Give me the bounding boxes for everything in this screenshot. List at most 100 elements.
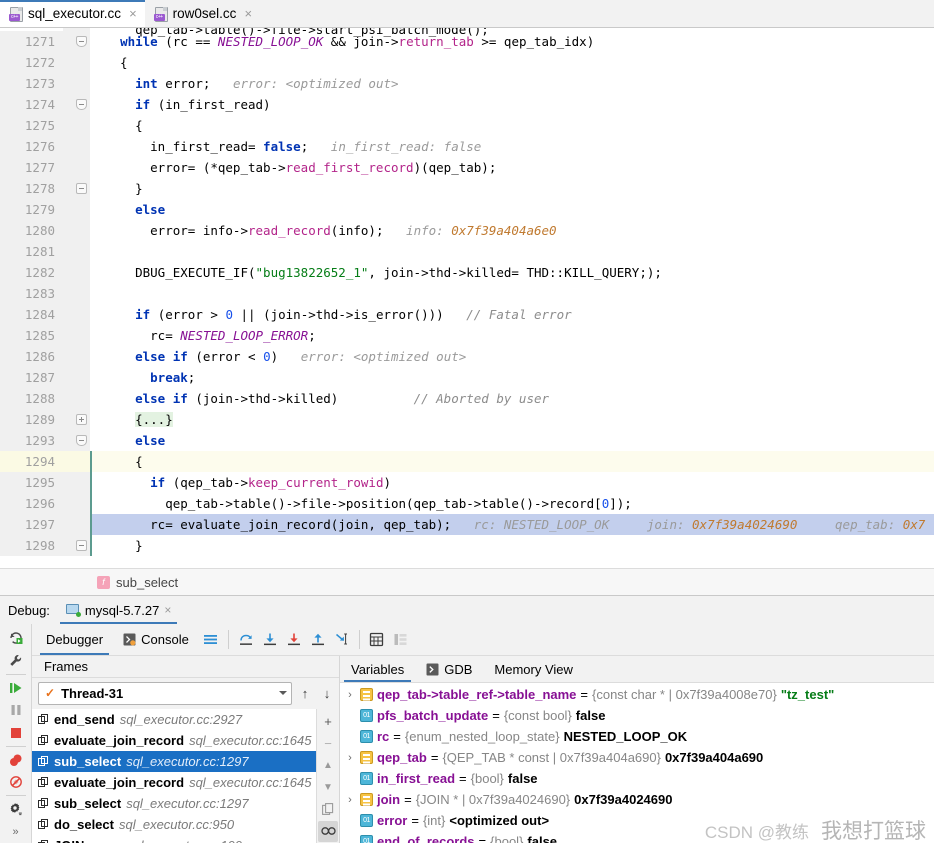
show-execution-point-icon[interactable] bbox=[389, 628, 413, 652]
frame-down-button[interactable]: ↓ bbox=[318, 683, 336, 703]
fold-collapse-icon[interactable] bbox=[76, 435, 87, 446]
code-line[interactable]: 1273 int error; error: <optimized out> bbox=[0, 73, 934, 94]
tab-debugger[interactable]: Debugger bbox=[36, 624, 113, 655]
tab-memory-view-label: Memory View bbox=[494, 662, 573, 677]
frames-side-toolbar: + − ▲ ▼ bbox=[316, 709, 339, 843]
code-line[interactable]: 1282 DBUG_EXECUTE_IF("bug13822652_1", jo… bbox=[0, 262, 934, 283]
force-step-into-icon[interactable] bbox=[282, 628, 306, 652]
view-breakpoints-icon[interactable] bbox=[3, 749, 29, 771]
tab-gdb[interactable]: GDB bbox=[415, 656, 483, 682]
remove-watch-icon[interactable]: − bbox=[318, 733, 338, 754]
thread-select[interactable]: ✓ Thread-31 bbox=[38, 682, 292, 705]
fold-collapse-icon[interactable] bbox=[76, 36, 87, 47]
copy-stack-icon[interactable] bbox=[318, 799, 338, 820]
tab-console[interactable]: Console bbox=[113, 624, 199, 655]
mute-breakpoints-icon[interactable] bbox=[3, 771, 29, 793]
variable-row[interactable]: 01pfs_batch_update={const bool}false bbox=[340, 705, 934, 726]
code-line[interactable]: 1275 { bbox=[0, 115, 934, 136]
variable-row[interactable]: 01rc={enum_nested_loop_state}NESTED_LOOP… bbox=[340, 726, 934, 747]
code-editor[interactable]: qep_tab->table()->file->start_psi_batch_… bbox=[0, 28, 934, 568]
tab-variables[interactable]: Variables bbox=[340, 656, 415, 682]
more-icon[interactable]: » bbox=[3, 821, 29, 843]
code-line[interactable]: 1278 } bbox=[0, 178, 934, 199]
frame-item[interactable]: do_selectsql_executor.cc:950 bbox=[32, 814, 316, 835]
variables-list[interactable]: ›qep_tab->table_ref->table_name={const c… bbox=[340, 683, 934, 843]
settings-wrench-icon[interactable] bbox=[3, 649, 29, 671]
frame-location: sql_executor.cc:1297 bbox=[126, 754, 248, 769]
variable-row[interactable]: 01end_of_records={bool}false bbox=[340, 831, 934, 843]
chevron-right-icon[interactable]: › bbox=[344, 752, 356, 764]
code-line[interactable]: 1285 rc= NESTED_LOOP_ERROR; bbox=[0, 325, 934, 346]
fold-collapse-icon[interactable] bbox=[76, 540, 87, 551]
run-to-cursor-icon[interactable] bbox=[330, 628, 354, 652]
chevron-right-icon[interactable]: › bbox=[344, 794, 356, 806]
code-line[interactable]: 1296 qep_tab->table()->file->position(qe… bbox=[0, 493, 934, 514]
chevron-right-icon[interactable]: › bbox=[344, 689, 356, 701]
code-text: int error; error: <optimized out> bbox=[99, 73, 934, 94]
editor-tab-sql-executor[interactable]: c++ sql_executor.cc × bbox=[0, 0, 145, 27]
debug-session-tab[interactable]: mysql-5.7.27 × bbox=[58, 596, 179, 624]
code-line[interactable]: 1279 else bbox=[0, 199, 934, 220]
frame-item[interactable]: JOIN::execsql_executor.cc:199 bbox=[32, 835, 316, 843]
pause-program-icon[interactable] bbox=[3, 699, 29, 721]
tab-memory-view[interactable]: Memory View bbox=[483, 656, 584, 682]
add-watch-icon[interactable]: + bbox=[318, 711, 338, 732]
close-icon[interactable]: × bbox=[129, 7, 137, 20]
code-line[interactable]: 1280 error= info->read_record(info); inf… bbox=[0, 220, 934, 241]
code-line[interactable]: 1281 bbox=[0, 241, 934, 262]
code-line[interactable]: 1293 else bbox=[0, 430, 934, 451]
block-guide bbox=[90, 451, 92, 472]
code-line[interactable]: 1298 } bbox=[0, 535, 934, 556]
code-line[interactable]: 1271 while (rc == NESTED_LOOP_OK && join… bbox=[0, 31, 934, 52]
code-line[interactable]: 1297 rc= evaluate_join_record(join, qep_… bbox=[0, 514, 934, 535]
close-icon[interactable]: × bbox=[164, 603, 171, 617]
rerun-icon[interactable] bbox=[3, 627, 29, 649]
editor-tab-row0sel[interactable]: c++ row0sel.cc × bbox=[145, 0, 260, 27]
code-line[interactable]: 1287 break; bbox=[0, 367, 934, 388]
frame-item[interactable]: sub_selectsql_executor.cc:1297 bbox=[32, 793, 316, 814]
fold-collapse-icon[interactable] bbox=[76, 183, 87, 194]
code-line[interactable]: 1283 bbox=[0, 283, 934, 304]
fold-expand-icon[interactable] bbox=[76, 414, 87, 425]
close-icon[interactable]: × bbox=[244, 7, 252, 20]
move-down-icon[interactable]: ▼ bbox=[318, 777, 338, 798]
chevron-down-icon[interactable] bbox=[279, 691, 287, 695]
frame-item[interactable]: evaluate_join_recordsql_executor.cc:1645 bbox=[32, 772, 316, 793]
breadcrumb[interactable]: f sub_select bbox=[0, 568, 934, 595]
gdb-icon bbox=[426, 663, 439, 676]
frame-item[interactable]: end_sendsql_executor.cc:2927 bbox=[32, 709, 316, 730]
code-line[interactable]: 1272 { bbox=[0, 52, 934, 73]
variable-row[interactable]: ›qep_tab->table_ref->table_name={const c… bbox=[340, 684, 934, 705]
move-up-icon[interactable]: ▲ bbox=[318, 755, 338, 776]
code-line[interactable]: 1288 else if (join->thd->killed) // Abor… bbox=[0, 388, 934, 409]
step-into-icon[interactable] bbox=[258, 628, 282, 652]
evaluate-expression-icon[interactable] bbox=[365, 628, 389, 652]
code-line[interactable]: 1274 if (in_first_read) bbox=[0, 94, 934, 115]
resume-program-icon[interactable] bbox=[3, 677, 29, 699]
variable-row[interactable]: 01in_first_read={bool}false bbox=[340, 768, 934, 789]
stop-icon[interactable] bbox=[3, 721, 29, 743]
debug-settings-icon[interactable] bbox=[3, 798, 29, 820]
variable-row[interactable]: ›join={JOIN * | 0x7f39a4024690}0x7f39a40… bbox=[340, 789, 934, 810]
code-line[interactable]: 1286 else if (error < 0) error: <optimiz… bbox=[0, 346, 934, 367]
code-line[interactable]: 1284 if (error > 0 || (join->thd->is_err… bbox=[0, 304, 934, 325]
code-line[interactable]: 1289 {...} bbox=[0, 409, 934, 430]
code-line[interactable]: 1277 error= (*qep_tab->read_first_record… bbox=[0, 157, 934, 178]
frame-item[interactable]: evaluate_join_recordsql_executor.cc:1645 bbox=[32, 730, 316, 751]
step-out-icon[interactable] bbox=[306, 628, 330, 652]
code-line[interactable]: 1294 { bbox=[0, 451, 934, 472]
variable-row[interactable]: 01error={int}<optimized out> bbox=[340, 810, 934, 831]
frames-list[interactable]: end_sendsql_executor.cc:2927evaluate_joi… bbox=[32, 709, 316, 843]
code-text: } bbox=[99, 535, 934, 556]
frame-up-button[interactable]: ↑ bbox=[296, 683, 314, 703]
code-line[interactable]: 1295 if (qep_tab->keep_current_rowid) bbox=[0, 472, 934, 493]
fold-collapse-icon[interactable] bbox=[76, 99, 87, 110]
step-over-icon[interactable] bbox=[234, 628, 258, 652]
layout-settings-icon[interactable] bbox=[199, 628, 223, 652]
frame-item[interactable]: sub_selectsql_executor.cc:1297 bbox=[32, 751, 316, 772]
variable-type: {QEP_TAB * const | 0x7f39a404a690} bbox=[442, 750, 661, 765]
marker-column bbox=[90, 514, 99, 535]
variable-row[interactable]: ›qep_tab={QEP_TAB * const | 0x7f39a404a6… bbox=[340, 747, 934, 768]
watches-toggle-icon[interactable] bbox=[318, 821, 338, 842]
code-line[interactable]: 1276 in_first_read= false; in_first_read… bbox=[0, 136, 934, 157]
